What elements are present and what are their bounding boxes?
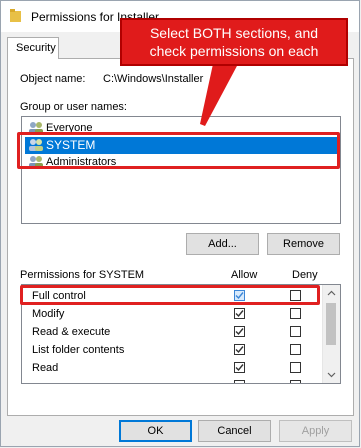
group-names-label: Group or user names: [20,101,127,113]
highlight-group-frame [17,132,340,169]
tab-security-label: Security [16,42,56,54]
deny-checkbox[interactable] [290,326,301,337]
permission-name: Read [32,362,59,374]
object-name-label: Object name: [20,73,86,85]
permissions-label: Permissions for SYSTEM [20,269,145,281]
check-icon [235,328,244,336]
permission-row-modify: Modify [22,305,324,323]
add-button[interactable]: Add... [186,233,259,255]
allow-checkbox[interactable] [234,344,245,355]
check-icon [235,364,244,372]
deny-checkbox[interactable] [290,344,301,355]
permission-row-read-execute: Read & execute [22,323,324,341]
object-name-value: C:\Windows\Installer [103,73,204,85]
allow-checkbox[interactable] [234,362,245,373]
deny-header: Deny [292,269,318,281]
ok-button[interactable]: OK [119,420,192,442]
allow-checkbox[interactable] [234,326,245,337]
allow-checkbox[interactable] [234,380,245,383]
tab-security[interactable]: Security [7,37,59,59]
permission-name: List folder contents [32,344,125,356]
permission-row-read: Read [22,359,324,377]
annotation-callout: Select BOTH sections, and check permissi… [120,18,348,66]
check-icon [235,346,244,354]
allow-header: Allow [231,269,258,281]
scrollbar-thumb[interactable] [326,303,336,345]
permissions-scrollbar[interactable] [322,285,340,383]
check-icon [235,310,244,318]
permissions-dialog: Permissions for Installer Security Objec… [0,0,360,447]
allow-checkbox[interactable] [234,308,245,319]
folder-icon [10,9,21,22]
annotation-line-2: check permissions on each [149,43,319,59]
cancel-button[interactable]: Cancel [198,420,271,442]
permission-row-partial [22,377,324,383]
scroll-up-icon[interactable] [323,285,340,302]
remove-button[interactable]: Remove [267,233,340,255]
deny-checkbox[interactable] [290,308,301,319]
apply-button: Apply [279,420,352,442]
deny-checkbox[interactable] [290,362,301,373]
permission-name: Modify [32,308,65,320]
annotation-line-1: Select BOTH sections, and [149,25,319,41]
permission-name: Read & execute [32,326,111,338]
deny-checkbox[interactable] [290,380,301,383]
highlight-permission-frame [20,285,320,305]
scroll-down-icon[interactable] [323,366,340,383]
permission-row-list-folder: List folder contents [22,341,324,359]
